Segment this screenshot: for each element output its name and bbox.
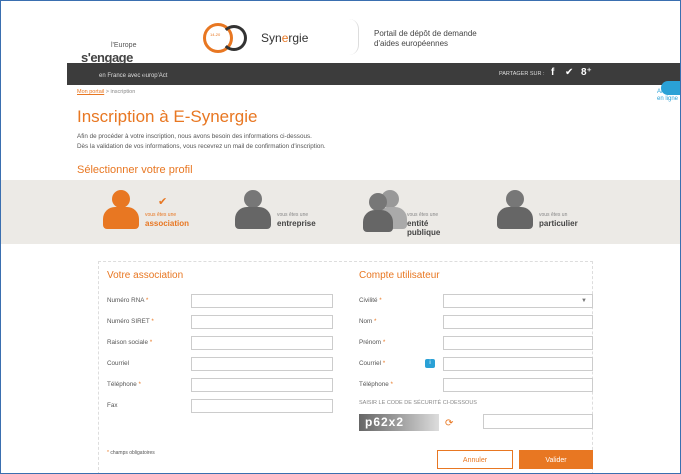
entite-group-icon: [363, 190, 407, 232]
telephone-assoc-input[interactable]: [191, 378, 333, 392]
page-title: Inscription à E-Synergie: [77, 107, 258, 126]
breadcrumb-current: inscription: [110, 89, 136, 95]
association-person-icon: [101, 190, 141, 232]
profile-particulier[interactable]: vous êtes un particulier: [495, 186, 615, 241]
prenom-row: Prénom *: [359, 336, 593, 352]
captcha-label: SAISIR LE CODE DE SÉCURITÉ CI-DESSOUS: [359, 400, 477, 406]
top-dark-bar: en France avec ℮urop'Act PARTAGER SUR : …: [67, 63, 680, 85]
cancel-button[interactable]: Annuler: [437, 450, 513, 469]
profile-section-title: Sélectionner votre profil: [77, 164, 193, 176]
association-form-title: Votre association: [107, 270, 184, 281]
telephone-user-row: Téléphone *: [359, 378, 593, 394]
registration-form: Votre association Numéro RNA * Numéro SI…: [98, 261, 593, 473]
europe-logo-small: l'Europe: [111, 42, 137, 49]
fax-row: Fax: [107, 399, 337, 415]
prenom-input[interactable]: [443, 336, 593, 350]
header-divider: [349, 19, 359, 55]
france-europact-text: en France avec ℮urop'Act: [99, 73, 168, 79]
raison-sociale-row: Raison sociale *: [107, 336, 337, 352]
info-icon[interactable]: i: [425, 359, 435, 368]
google-plus-icon[interactable]: 8⁺: [581, 67, 592, 78]
telephone-user-input[interactable]: [443, 378, 593, 392]
courriel-user-row: Courriel * i: [359, 357, 593, 373]
nom-input[interactable]: [443, 315, 593, 329]
profile-association[interactable]: ✔ vous êtes une association: [101, 186, 221, 241]
twitter-icon[interactable]: ✔: [565, 67, 573, 78]
required-fields-note: * champs obligatoires: [107, 450, 155, 456]
fax-input[interactable]: [191, 399, 333, 413]
synergie-ring2-icon: [221, 25, 247, 51]
browser-frame: l'Europe s'engage 14-20 Synergie Portail…: [0, 0, 681, 474]
selected-check-icon: ✔: [158, 196, 168, 208]
breadcrumb-separator: >: [105, 89, 109, 95]
breadcrumb: Mon portail > inscription: [77, 89, 135, 95]
intro-text: Afin de procéder à votre inscription, no…: [77, 133, 326, 150]
share-label: PARTAGER SUR :: [499, 71, 545, 77]
telephone-assoc-row: Téléphone *: [107, 378, 337, 394]
entreprise-person-icon: [233, 190, 273, 232]
portal-description: Portail de dépôt de demande d'aides euro…: [374, 29, 477, 48]
profile-selector: ✔ vous êtes une association vous êtes un…: [1, 180, 680, 244]
rna-row: Numéro RNA *: [107, 294, 337, 310]
page: l'Europe s'engage 14-20 Synergie Portail…: [1, 1, 680, 473]
particulier-person-icon: [495, 190, 535, 232]
captcha-image: p62x2: [359, 414, 439, 431]
courriel-user-input[interactable]: [443, 357, 593, 371]
breadcrumb-home-link[interactable]: Mon portail: [77, 89, 104, 95]
courriel-assoc-row: Courriel: [107, 357, 337, 373]
siret-input[interactable]: [191, 315, 333, 329]
synergie-logo[interactable]: 14-20 Synergie: [203, 23, 353, 53]
header: l'Europe s'engage 14-20 Synergie Portail…: [77, 1, 617, 65]
profile-entite-publique[interactable]: vous êtes une entité publique: [363, 186, 483, 241]
civilite-select[interactable]: ▼: [443, 294, 593, 308]
captcha-input[interactable]: [483, 414, 593, 429]
raison-sociale-input[interactable]: [191, 336, 333, 350]
synergie-wordmark: Synergie: [261, 31, 309, 45]
rna-input[interactable]: [191, 294, 333, 308]
civilite-row: Civilité * ▼: [359, 294, 593, 310]
submit-button[interactable]: Valider: [519, 450, 593, 469]
siret-row: Numéro SIRET *: [107, 315, 337, 331]
synergie-badge: 14-20: [210, 32, 221, 37]
refresh-captcha-icon[interactable]: ⟳: [445, 418, 453, 429]
nom-row: Nom *: [359, 315, 593, 331]
courriel-assoc-input[interactable]: [191, 357, 333, 371]
online-help-link[interactable]: Aide en ligne: [657, 89, 678, 103]
profile-entreprise[interactable]: vous êtes une entreprise: [233, 186, 353, 241]
user-account-form-title: Compte utilisateur: [359, 270, 440, 281]
facebook-icon[interactable]: f: [551, 67, 554, 78]
chevron-down-icon: ▼: [581, 298, 587, 304]
